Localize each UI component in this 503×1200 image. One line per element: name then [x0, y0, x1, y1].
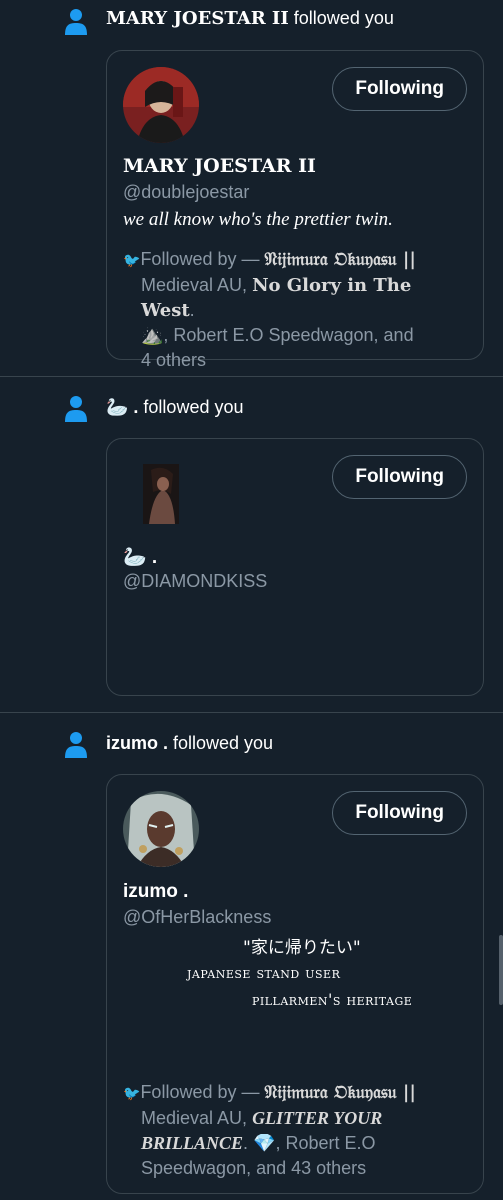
- action-text: followed you: [138, 397, 244, 417]
- notification-headline: izumo . followed you: [106, 733, 273, 754]
- action-text: followed you: [168, 733, 274, 753]
- display-name[interactable]: MARY JOESTAR II: [106, 8, 289, 29]
- bio-line-3: pillarmen's heritage: [252, 990, 413, 1009]
- following-button[interactable]: Following: [332, 455, 467, 499]
- bio-line-2: japanese stand user: [187, 963, 341, 982]
- bird-icon: 🐦: [123, 1085, 141, 1101]
- handle[interactable]: @DIAMONDKISS: [123, 571, 267, 592]
- avatar[interactable]: [143, 464, 179, 524]
- avatar[interactable]: [123, 791, 199, 867]
- avatar[interactable]: [123, 67, 199, 143]
- person-icon: [65, 396, 87, 422]
- follower-link[interactable]: 𝔑𝔦𝔧𝔦𝔪𝔲𝔯𝔞 𝔒𝔨𝔲𝔶𝔞𝔰𝔲 ||: [265, 1082, 416, 1103]
- user-card[interactable]: Following MARY JOESTAR II @doublejoestar…: [106, 50, 484, 370]
- follower-link[interactable]: 𝔑𝔦𝔧𝔦𝔪𝔲𝔯𝔞 𝔒𝔨𝔲𝔶𝔞𝔰𝔲 ||: [265, 249, 416, 270]
- bird-icon: 🐦: [123, 252, 141, 268]
- display-name[interactable]: 🦢 .: [106, 397, 138, 417]
- following-button[interactable]: Following: [332, 67, 467, 111]
- notification-item[interactable]: izumo . followed you Following izumo . @…: [0, 713, 503, 1200]
- person-icon: [65, 732, 87, 758]
- followed-by: 🐦Followed by — 𝔑𝔦𝔧𝔦𝔪𝔲𝔯𝔞 𝔒𝔨𝔲𝔶𝔞𝔰𝔲 || Medie…: [123, 1082, 416, 1178]
- notification-item[interactable]: 🦢 . followed you Following 🦢 . @DIAMONDK…: [0, 377, 503, 712]
- handle[interactable]: @OfHerBlackness: [123, 907, 271, 928]
- notification-headline: 🦢 . followed you: [106, 397, 244, 418]
- notification-headline: MARY JOESTAR II followed you: [106, 8, 394, 29]
- bio: we all know who's the prettier twin.: [123, 209, 393, 230]
- action-text: followed you: [288, 8, 394, 28]
- card-display-name[interactable]: 🦢 .: [123, 545, 157, 569]
- card-display-name[interactable]: MARY JOESTAR II: [123, 155, 316, 177]
- handle[interactable]: @doublejoestar: [123, 182, 249, 203]
- notification-item[interactable]: MARY JOESTAR II followed you Following M…: [0, 0, 503, 376]
- user-card[interactable]: Following 🦢 . @DIAMONDKISS: [106, 438, 484, 696]
- following-button[interactable]: Following: [332, 791, 467, 835]
- scrollbar[interactable]: [499, 935, 503, 1005]
- display-name[interactable]: izumo .: [106, 733, 168, 753]
- user-card[interactable]: Following izumo . @OfHerBlackness "家に帰りた…: [106, 774, 484, 1194]
- person-icon: [65, 9, 87, 35]
- bio-line-1: "家に帰りたい": [243, 938, 361, 958]
- card-display-name[interactable]: izumo .: [123, 881, 188, 903]
- followed-by: 🐦Followed by — 𝔑𝔦𝔧𝔦𝔪𝔲𝔯𝔞 𝔒𝔨𝔲𝔶𝔞𝔰𝔲 || Medie…: [123, 249, 416, 370]
